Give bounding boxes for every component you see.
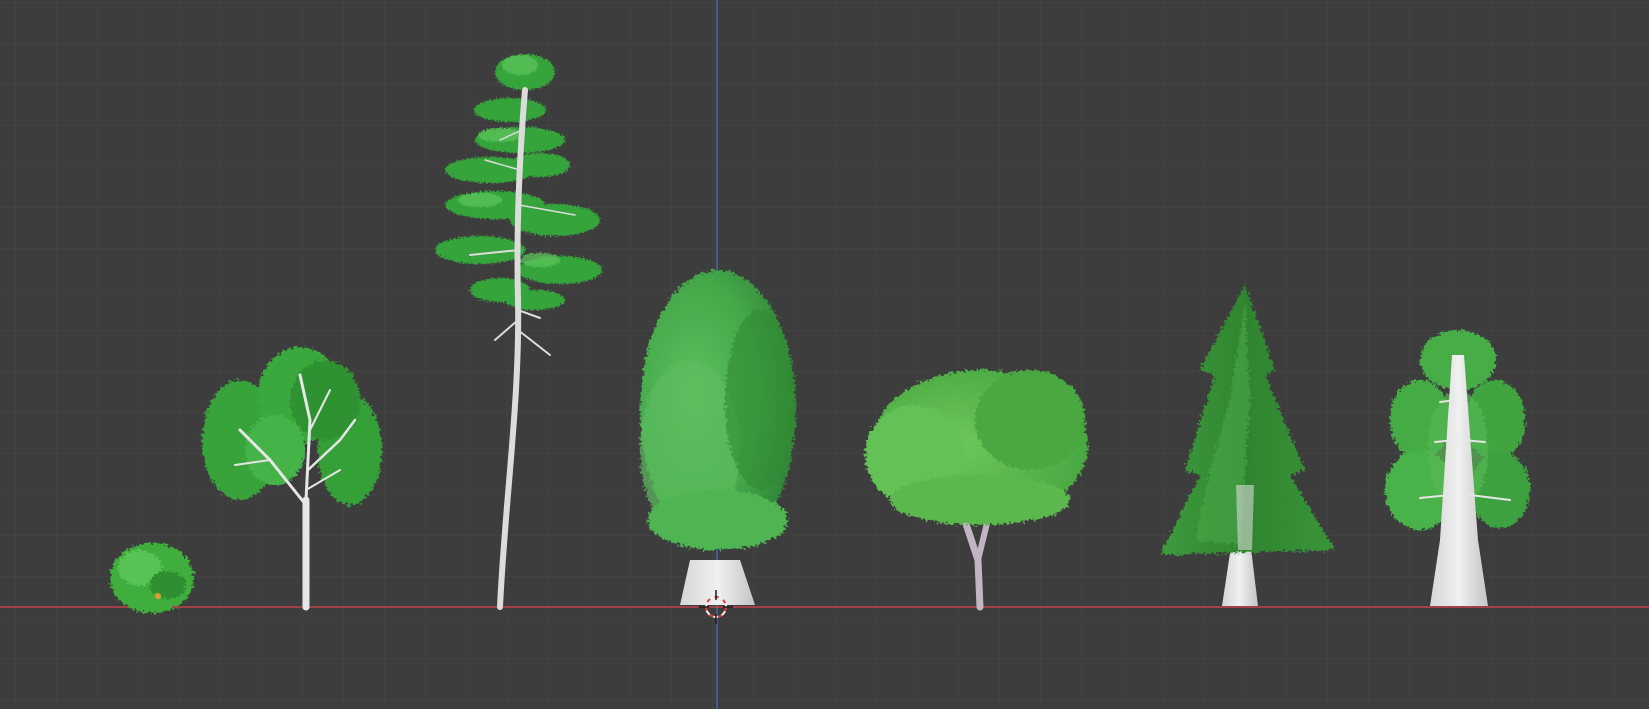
object-origin-icon bbox=[155, 593, 161, 599]
viewport-grid bbox=[0, 0, 1649, 709]
viewport-canvas[interactable] bbox=[0, 0, 1649, 709]
3d-viewport[interactable] bbox=[0, 0, 1649, 709]
fir-inner-trunk bbox=[1236, 485, 1254, 550]
bush[interactable] bbox=[110, 543, 194, 613]
